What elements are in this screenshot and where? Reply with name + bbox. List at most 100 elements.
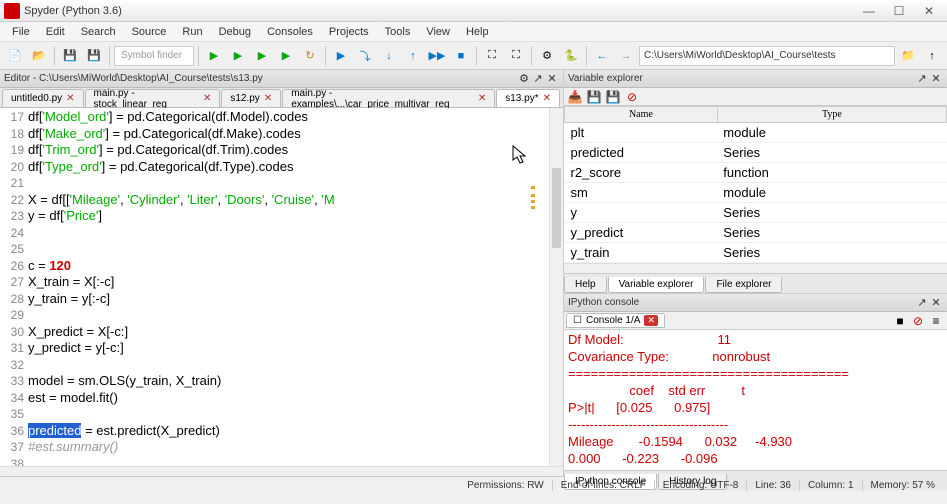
- minimize-button[interactable]: —: [855, 3, 883, 19]
- menu-tools[interactable]: Tools: [377, 24, 419, 40]
- interrupt-button[interactable]: ■: [891, 313, 909, 329]
- editor-vscroll[interactable]: [549, 108, 563, 466]
- close-button[interactable]: ✕: [915, 3, 943, 19]
- menu-debug[interactable]: Debug: [211, 24, 259, 40]
- run-selection-button[interactable]: ▶: [275, 45, 297, 67]
- maximize-pane-button[interactable]: ⛶: [481, 45, 503, 67]
- editor-tab-1[interactable]: main.py - stock_linear_reg ✕: [85, 89, 221, 107]
- python-path-button[interactable]: 🐍: [560, 45, 582, 67]
- varexp-close-button[interactable]: ✕: [929, 72, 943, 86]
- close-icon[interactable]: ✕: [203, 93, 211, 104]
- fullscreen-button[interactable]: ⛶: [505, 45, 527, 67]
- menu-search[interactable]: Search: [73, 24, 124, 40]
- step-into-button[interactable]: ↓: [378, 45, 400, 67]
- continue-button[interactable]: ▶▶: [426, 45, 448, 67]
- parent-dir-button[interactable]: ↑: [921, 45, 943, 67]
- debug-button[interactable]: ▶: [330, 45, 352, 67]
- editor-tab-4[interactable]: s13.py* ✕: [496, 89, 560, 107]
- run-button[interactable]: ▶: [203, 45, 225, 67]
- right-tab-file-explorer[interactable]: File explorer: [705, 277, 782, 293]
- variable-row[interactable]: y_predictSeries: [565, 223, 947, 243]
- menu-run[interactable]: Run: [174, 24, 210, 40]
- menu-help[interactable]: Help: [458, 24, 497, 40]
- console-tab[interactable]: ☐ Console 1/A ✕: [566, 313, 665, 328]
- working-dir-input[interactable]: C:\Users\MiWorld\Desktop\AI_Course\tests: [639, 46, 895, 66]
- close-icon[interactable]: ✕: [66, 93, 74, 104]
- editor-header-title: Editor - C:\Users\MiWorld\Desktop\AI_Cou…: [4, 73, 517, 84]
- close-icon[interactable]: ✕: [478, 93, 486, 104]
- save-button[interactable]: 💾: [59, 45, 81, 67]
- run-cell-advance-button[interactable]: ▶: [251, 45, 273, 67]
- back-button[interactable]: ←: [591, 45, 613, 67]
- variable-row[interactable]: y_trainSeries: [565, 243, 947, 263]
- varexp-hscroll[interactable]: [564, 263, 947, 273]
- run-cell-button[interactable]: ▶: [227, 45, 249, 67]
- symbol-finder-input[interactable]: Symbol finder: [114, 46, 194, 66]
- right-tab-help[interactable]: Help: [564, 277, 607, 293]
- console-close-button[interactable]: ✕: [929, 296, 943, 310]
- line-gutter: 17 18 19 20 21 22 23 24 25 26 27 28 29 3…: [0, 108, 28, 466]
- step-out-button[interactable]: ↑: [402, 45, 424, 67]
- variable-row[interactable]: predictedSeries: [565, 143, 947, 163]
- var-type: module: [717, 123, 946, 143]
- editor-options-button[interactable]: ⚙: [517, 72, 531, 86]
- maximize-button[interactable]: ☐: [885, 3, 913, 19]
- open-file-button[interactable]: 📂: [28, 45, 50, 67]
- editor-tab-2[interactable]: s12.py✕: [221, 89, 281, 107]
- variable-row[interactable]: ySeries: [565, 203, 947, 223]
- status-line: Line: 36: [747, 480, 800, 491]
- forward-button[interactable]: →: [615, 45, 637, 67]
- browse-dir-button[interactable]: 📁: [897, 45, 919, 67]
- status-memory: Memory: 57 %: [863, 480, 943, 491]
- code-editor[interactable]: 17 18 19 20 21 22 23 24 25 26 27 28 29 3…: [0, 108, 563, 466]
- editor-tab-0[interactable]: untitled0.py✕: [2, 89, 84, 107]
- menu-projects[interactable]: Projects: [321, 24, 377, 40]
- var-col-type[interactable]: Type: [717, 107, 946, 123]
- close-icon[interactable]: ✕: [644, 315, 658, 326]
- window-title: Spyder (Python 3.6): [24, 5, 855, 17]
- variable-row[interactable]: smmodule: [565, 183, 947, 203]
- tab-label: main.py - stock_linear_reg: [94, 88, 199, 110]
- remove-all-button[interactable]: ⊘: [623, 89, 641, 105]
- editor-tab-3[interactable]: main.py - examples\...\car_price_multiva…: [282, 89, 495, 107]
- stop-debug-button[interactable]: ■: [450, 45, 472, 67]
- save-data-button[interactable]: 💾: [585, 89, 603, 105]
- right-tab-variable-explorer[interactable]: Variable explorer: [608, 277, 705, 293]
- variable-row[interactable]: r2_scorefunction: [565, 163, 947, 183]
- stop-console-button[interactable]: ⊘: [909, 313, 927, 329]
- rerun-button[interactable]: ↻: [299, 45, 321, 67]
- editor-close-button[interactable]: ✕: [545, 72, 559, 86]
- new-file-button[interactable]: 📄: [4, 45, 26, 67]
- menu-consoles[interactable]: Consoles: [259, 24, 321, 40]
- main-toolbar: 📄 📂 💾 💾 Symbol finder ▶ ▶ ▶ ▶ ↻ ▶ ⤵ ↓ ↑ …: [0, 42, 947, 70]
- var-type: Series: [717, 143, 946, 163]
- console-options-button[interactable]: ↗: [915, 296, 929, 310]
- menu-file[interactable]: File: [4, 24, 38, 40]
- menu-edit[interactable]: Edit: [38, 24, 73, 40]
- editor-hscroll[interactable]: [0, 466, 563, 476]
- console-options-button-2[interactable]: ≡: [927, 313, 945, 329]
- preferences-button[interactable]: ⚙: [536, 45, 558, 67]
- tab-label: s13.py*: [505, 93, 538, 104]
- menu-source[interactable]: Source: [124, 24, 175, 40]
- right-pane-tabs: HelpVariable explorerFile explorer: [564, 273, 947, 293]
- close-icon[interactable]: ✕: [264, 93, 272, 104]
- save-data-as-button[interactable]: 💾: [604, 89, 622, 105]
- varexp-options-button[interactable]: ↗: [915, 72, 929, 86]
- editor-undock-button[interactable]: ↗: [531, 72, 545, 86]
- var-col-name[interactable]: Name: [565, 107, 718, 123]
- save-all-button[interactable]: 💾: [83, 45, 105, 67]
- varexp-toolbar: 📥 💾 💾 ⊘: [564, 88, 947, 106]
- console-output[interactable]: Df Model: 11 Covariance Type: nonrobust …: [564, 330, 947, 470]
- menu-view[interactable]: View: [418, 24, 458, 40]
- variable-row[interactable]: pltmodule: [565, 123, 947, 143]
- var-name: predicted: [565, 143, 718, 163]
- code-area[interactable]: df['Model_ord'] = pd.Categorical(df.Mode…: [28, 108, 549, 466]
- import-data-button[interactable]: 📥: [566, 89, 584, 105]
- close-icon[interactable]: ✕: [543, 93, 551, 104]
- step-button[interactable]: ⤵: [354, 45, 376, 67]
- varexp-header-title: Variable explorer: [568, 73, 915, 84]
- variable-table[interactable]: NameType pltmodulepredictedSeriesr2_scor…: [564, 106, 947, 263]
- editor-header: Editor - C:\Users\MiWorld\Desktop\AI_Cou…: [0, 70, 563, 88]
- status-encoding: Encoding: UTF-8: [655, 480, 748, 491]
